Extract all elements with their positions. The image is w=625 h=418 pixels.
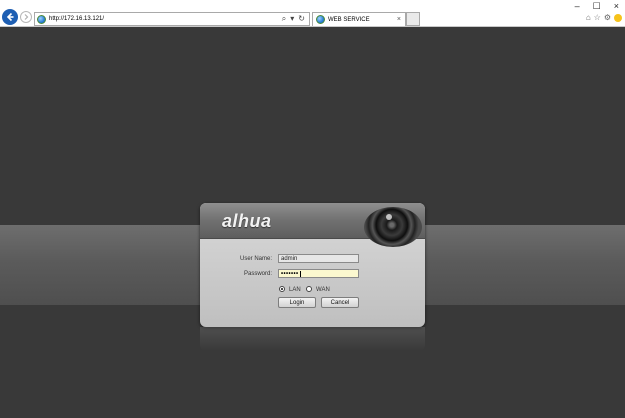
search-icon[interactable]: ⌕ — [282, 15, 286, 23]
lan-label: LAN — [289, 287, 301, 293]
home-icon[interactable]: ⌂ — [586, 13, 591, 22]
password-input[interactable]: ••••••• — [278, 269, 359, 278]
chevron-down-icon[interactable]: ▾ — [290, 15, 294, 23]
star-icon[interactable]: ☆ — [594, 13, 601, 22]
arrow-right-icon — [24, 14, 29, 20]
brand-logo: alhua — [222, 211, 272, 231]
wan-radio[interactable] — [306, 286, 312, 292]
password-value: ••••••• — [281, 270, 299, 277]
tab-title: WEB SERVICE — [328, 16, 370, 23]
arrow-left-icon — [6, 12, 14, 22]
cancel-button[interactable]: Cancel — [321, 297, 359, 308]
window-controls: – ☐ × — [575, 1, 619, 12]
username-input[interactable]: admin — [278, 254, 359, 263]
maximize-icon[interactable]: ☐ — [593, 1, 601, 12]
login-button[interactable]: Login — [278, 297, 316, 308]
panel-reflection — [200, 327, 425, 351]
wan-label: WAN — [316, 287, 330, 293]
lens-glare — [386, 214, 392, 220]
close-icon[interactable]: × — [614, 1, 619, 12]
toolbar-icons: ⌂ ☆ ⚙ — [586, 13, 622, 22]
address-bar[interactable]: http://172.16.13.121/ ⌕ ▾ ↻ — [34, 12, 310, 26]
tab-close-icon[interactable]: × — [397, 16, 401, 23]
login-header: alhua — [200, 203, 425, 247]
browser-toolbar: http://172.16.13.121/ ⌕ ▾ ↻ WEB SERVICE … — [0, 0, 625, 27]
login-panel: alhua User Name: admin Password: •••••••… — [200, 203, 425, 327]
url-text[interactable]: http://172.16.13.121/ — [49, 16, 282, 22]
camera-lens-icon — [364, 207, 422, 247]
smiley-icon[interactable] — [614, 13, 622, 22]
back-button[interactable] — [2, 9, 18, 25]
tab-page-icon — [316, 15, 325, 24]
minimize-icon[interactable]: – — [575, 1, 580, 12]
ie-page-icon — [37, 14, 46, 24]
text-caret — [299, 270, 301, 277]
lan-radio[interactable] — [279, 286, 285, 292]
username-value: admin — [281, 255, 298, 262]
username-label: User Name: — [239, 256, 272, 262]
forward-button[interactable] — [20, 11, 32, 23]
password-label: Password: — [243, 271, 272, 277]
gear-icon[interactable]: ⚙ — [604, 13, 611, 22]
refresh-icon[interactable]: ↻ — [298, 15, 305, 23]
tab-web-service[interactable]: WEB SERVICE × — [312, 12, 406, 26]
new-tab-button[interactable] — [406, 12, 420, 26]
